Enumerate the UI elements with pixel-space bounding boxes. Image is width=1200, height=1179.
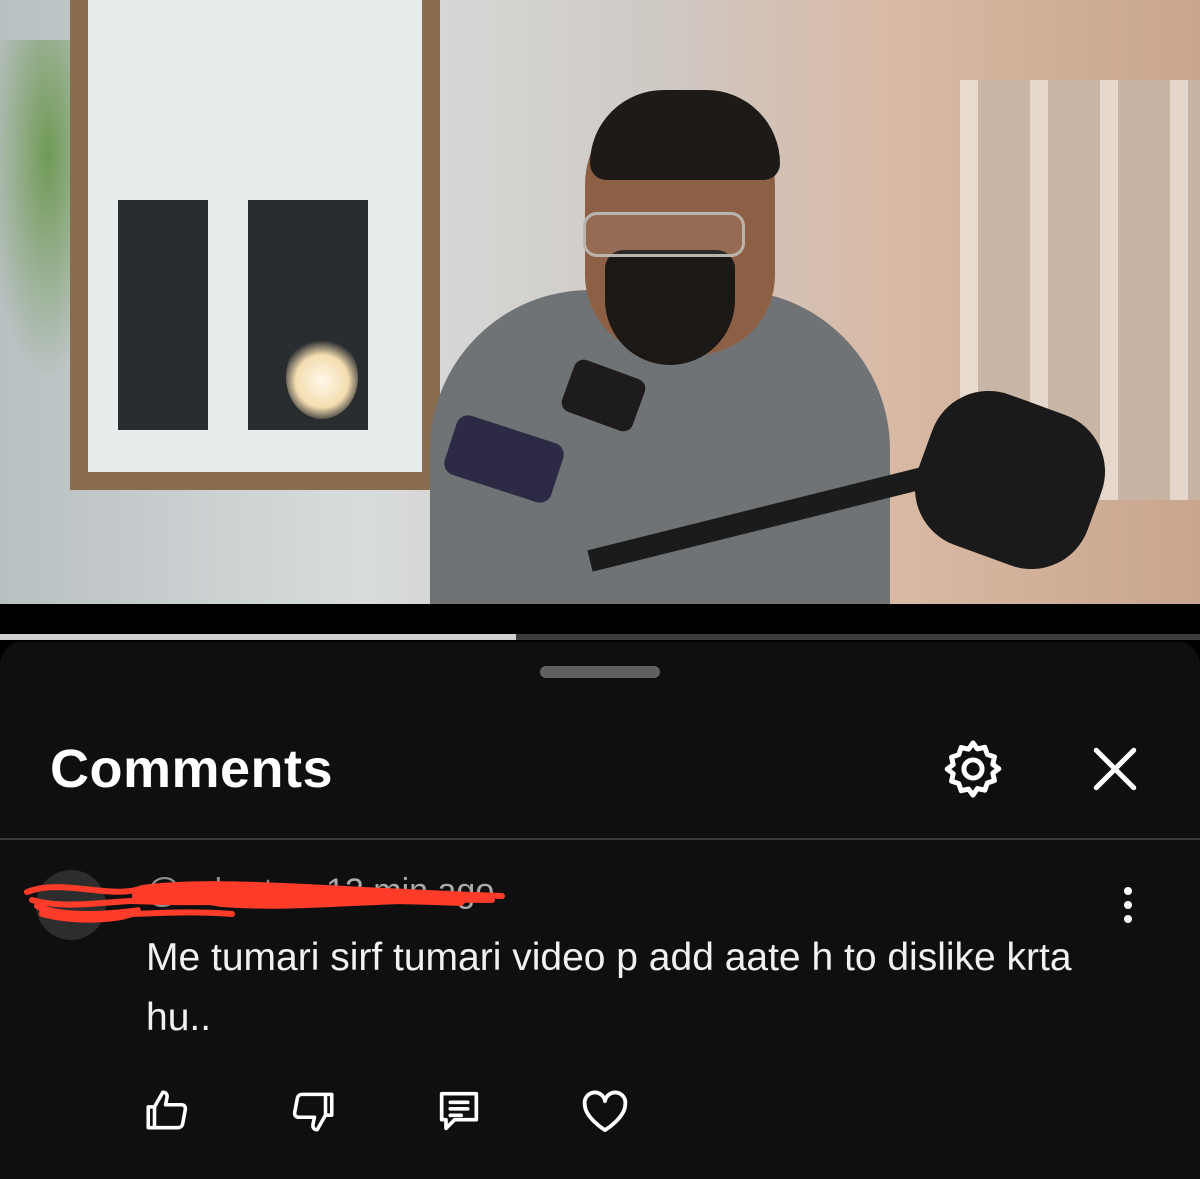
header-divider bbox=[0, 838, 1200, 840]
gear-icon bbox=[944, 740, 1002, 798]
redaction-scribble bbox=[24, 881, 505, 923]
comment-more-button[interactable] bbox=[1108, 882, 1148, 928]
video-player[interactable] bbox=[0, 0, 1200, 604]
settings-button[interactable] bbox=[938, 734, 1008, 804]
drag-handle[interactable] bbox=[540, 666, 660, 678]
person-glasses bbox=[583, 212, 745, 257]
close-icon bbox=[1093, 747, 1137, 791]
comments-title: Comments bbox=[50, 739, 334, 799]
comment-actions bbox=[138, 1082, 722, 1142]
heart-icon bbox=[582, 1090, 628, 1133]
more-vertical-icon bbox=[1124, 887, 1132, 923]
reply-icon bbox=[439, 1091, 479, 1131]
heart-button[interactable] bbox=[576, 1082, 634, 1140]
comment-text: Me tumari sirf tumari video p add aate h… bbox=[146, 936, 1072, 1039]
person-hair bbox=[590, 90, 780, 180]
comments-sheet: Comments @…horts•12 min ago Me tumari si… bbox=[0, 642, 1200, 1179]
thumbs-up-icon bbox=[146, 1090, 188, 1130]
video-progress-bar[interactable] bbox=[0, 634, 1200, 640]
thumbs-down-icon bbox=[292, 1092, 334, 1132]
background-window bbox=[70, 0, 440, 490]
video-progress-fill bbox=[0, 634, 516, 640]
window-pane bbox=[118, 200, 208, 430]
reply-button[interactable] bbox=[430, 1082, 488, 1140]
close-button[interactable] bbox=[1080, 734, 1150, 804]
like-button[interactable] bbox=[138, 1082, 196, 1140]
dislike-button[interactable] bbox=[284, 1082, 342, 1140]
lamp bbox=[286, 335, 358, 419]
